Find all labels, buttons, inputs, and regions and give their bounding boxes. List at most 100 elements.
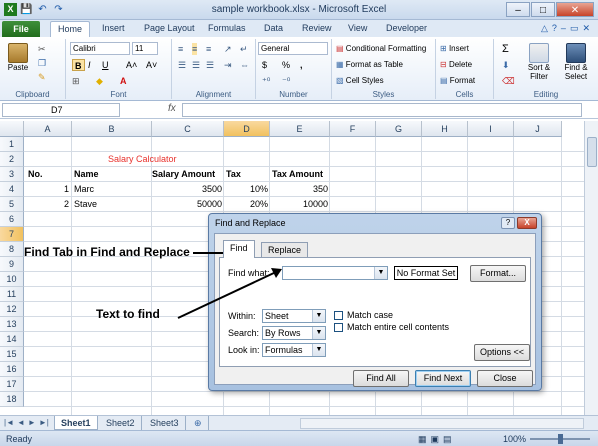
row-header-9[interactable]: 9 bbox=[0, 257, 24, 272]
sheet-tab-sheet2[interactable]: Sheet2 bbox=[100, 416, 142, 430]
tab-insert[interactable]: Insert bbox=[102, 23, 125, 33]
column-header-h[interactable]: H bbox=[422, 121, 468, 137]
cell-e4[interactable]: Tax Amount bbox=[272, 167, 323, 182]
minimize-button[interactable]: – bbox=[506, 2, 530, 17]
font-name-box[interactable]: Calibri bbox=[70, 42, 130, 55]
sheet-tab-sheet3[interactable]: Sheet3 bbox=[144, 416, 186, 430]
cell-c4[interactable]: Salary Amount bbox=[152, 167, 215, 182]
insert-function-icon[interactable]: fx bbox=[168, 103, 176, 114]
wrap-text-icon[interactable]: ↵ bbox=[240, 43, 248, 55]
column-header-a[interactable]: A bbox=[24, 121, 72, 137]
dialog-help-button[interactable]: ? bbox=[501, 217, 515, 229]
find-what-dropdown-icon[interactable]: ▼ bbox=[374, 267, 387, 279]
normal-view-icon[interactable]: ▦ bbox=[418, 434, 427, 445]
fill-icon[interactable]: ⬇ bbox=[502, 59, 510, 71]
search-dropdown-icon[interactable]: ▼ bbox=[312, 327, 325, 339]
currency-button[interactable]: $ bbox=[262, 59, 267, 71]
font-color-icon[interactable]: A bbox=[120, 75, 127, 87]
row-header-2[interactable]: 2 bbox=[0, 152, 24, 167]
column-header-b[interactable]: B bbox=[72, 121, 152, 137]
column-header-j[interactable]: J bbox=[514, 121, 562, 137]
format-as-table-button[interactable]: ▦ Format as Table bbox=[336, 59, 403, 71]
cell-b6[interactable]: Stave bbox=[74, 197, 97, 212]
clear-icon[interactable]: ⌫ bbox=[502, 75, 515, 87]
row-header-12[interactable]: 12 bbox=[0, 302, 24, 317]
vertical-scroll-thumb[interactable] bbox=[587, 137, 597, 167]
copy-icon[interactable]: ❐ bbox=[38, 57, 46, 69]
column-header-c[interactable]: C bbox=[152, 121, 224, 137]
zoom-slider[interactable] bbox=[530, 434, 590, 444]
underline-button[interactable]: U bbox=[102, 59, 109, 71]
orientation-icon[interactable]: ↗ bbox=[224, 43, 232, 55]
column-header-i[interactable]: I bbox=[468, 121, 514, 137]
percent-button[interactable]: % bbox=[282, 59, 290, 71]
name-box[interactable]: D7 bbox=[2, 103, 120, 117]
row-header-11[interactable]: 11 bbox=[0, 287, 24, 302]
tab-data[interactable]: Data bbox=[264, 23, 283, 33]
cell-c5[interactable]: 3500 bbox=[152, 182, 222, 197]
tab-developer[interactable]: Developer bbox=[386, 23, 427, 33]
find-next-button[interactable]: Find Next bbox=[415, 370, 471, 387]
zoom-slider-knob[interactable] bbox=[558, 434, 563, 444]
workbook-close-icon[interactable]: ✕ bbox=[582, 23, 590, 34]
search-select[interactable]: By Rows ▼ bbox=[262, 326, 326, 340]
cut-icon[interactable]: ✂ bbox=[38, 43, 46, 55]
decrease-decimal-icon[interactable]: ⁻⁰ bbox=[282, 75, 290, 87]
indent-icon[interactable]: ⇥ bbox=[224, 59, 232, 71]
tab-file[interactable]: File bbox=[2, 21, 40, 37]
insert-sheet-icon[interactable]: ⊕ bbox=[188, 416, 209, 430]
paste-button[interactable]: Paste bbox=[6, 43, 30, 72]
delete-cells-button[interactable]: ⊟ Delete bbox=[440, 59, 472, 71]
insert-cells-button[interactable]: ⊞ Insert bbox=[440, 43, 469, 55]
conditional-formatting-button[interactable]: ▤ Conditional Formatting bbox=[336, 43, 426, 55]
row-header-8[interactable]: 8 bbox=[0, 242, 24, 257]
first-sheet-icon[interactable]: |◄ bbox=[4, 418, 14, 427]
find-select-button[interactable]: Find & Select bbox=[558, 43, 594, 81]
row-header-10[interactable]: 10 bbox=[0, 272, 24, 287]
merge-center-icon[interactable]: ⇔ bbox=[240, 59, 249, 71]
cell-b3[interactable]: Salary Calculator bbox=[108, 152, 177, 167]
tab-review[interactable]: Review bbox=[302, 23, 332, 33]
row-header-13[interactable]: 13 bbox=[0, 317, 24, 332]
borders-icon[interactable]: ⊞ bbox=[72, 75, 80, 87]
cell-b5[interactable]: Marc bbox=[74, 182, 94, 197]
column-header-d[interactable]: D bbox=[224, 121, 270, 137]
row-header-18[interactable]: 18 bbox=[0, 392, 24, 407]
cell-b4[interactable]: Name bbox=[74, 167, 99, 182]
horizontal-scrollbar[interactable] bbox=[300, 418, 584, 429]
look-in-select[interactable]: Formulas ▼ bbox=[262, 343, 326, 357]
close-button[interactable]: ✕ bbox=[556, 2, 594, 17]
row-header-16[interactable]: 16 bbox=[0, 362, 24, 377]
select-all-corner[interactable] bbox=[0, 121, 24, 137]
align-right-icon[interactable]: ☰ bbox=[206, 59, 214, 71]
cell-d4[interactable]: Tax bbox=[226, 167, 241, 182]
prev-sheet-icon[interactable]: ◄ bbox=[17, 418, 25, 427]
page-break-view-icon[interactable]: ▤ bbox=[443, 434, 452, 445]
cell-d6[interactable]: 20% bbox=[224, 197, 268, 212]
cell-e5[interactable]: 350 bbox=[270, 182, 328, 197]
cell-a4[interactable]: No. bbox=[28, 167, 43, 182]
cell-styles-button[interactable]: ▧ Cell Styles bbox=[336, 75, 384, 87]
italic-button[interactable]: I bbox=[88, 59, 91, 71]
sort-filter-button[interactable]: Sort & Filter bbox=[522, 43, 556, 81]
tab-home[interactable]: Home bbox=[50, 21, 91, 37]
vertical-scrollbar[interactable] bbox=[584, 121, 598, 415]
sheet-tab-sheet1[interactable]: Sheet1 bbox=[54, 416, 98, 430]
options-button[interactable]: Options << bbox=[474, 344, 530, 361]
row-header-15[interactable]: 15 bbox=[0, 347, 24, 362]
align-center-icon[interactable]: ☰ bbox=[192, 59, 200, 71]
row-header-7[interactable]: 7 bbox=[0, 227, 24, 242]
dialog-close-icon[interactable]: X bbox=[517, 217, 537, 229]
within-dropdown-icon[interactable]: ▼ bbox=[312, 310, 325, 322]
maximize-button[interactable]: □ bbox=[531, 2, 555, 17]
row-header-14[interactable]: 14 bbox=[0, 332, 24, 347]
find-all-button[interactable]: Find All bbox=[353, 370, 409, 387]
top-align-icon[interactable]: ≡ bbox=[178, 43, 183, 55]
zoom-level[interactable]: 100% bbox=[503, 434, 526, 444]
column-header-f[interactable]: F bbox=[330, 121, 376, 137]
tab-page-layout[interactable]: Page Layout bbox=[144, 23, 195, 33]
workbook-restore-icon[interactable]: ▭ bbox=[570, 23, 579, 34]
workbook-minimize-icon[interactable]: – bbox=[561, 23, 566, 34]
autosum-button[interactable]: Σ bbox=[502, 43, 509, 55]
row-header-4[interactable]: 4 bbox=[0, 182, 24, 197]
